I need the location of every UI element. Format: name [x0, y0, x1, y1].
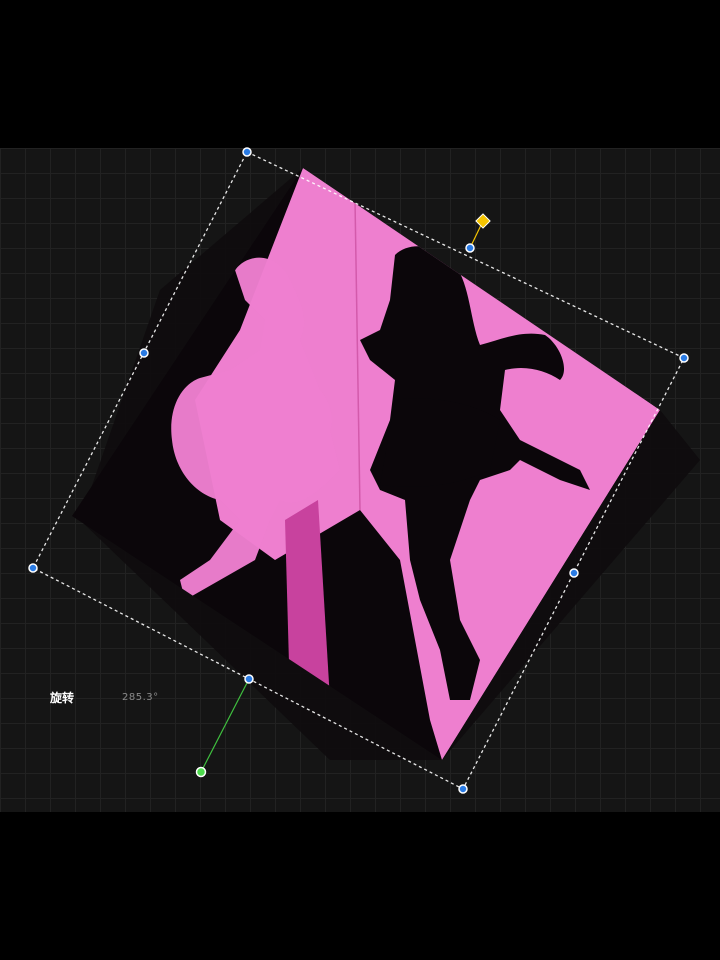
corner-handle-left[interactable] — [28, 563, 38, 573]
edge-handle-bottom-left[interactable] — [244, 674, 254, 684]
rotation-readout: 旋转 285.3° — [38, 683, 168, 711]
pivot-handle-icon[interactable] — [195, 766, 207, 778]
edge-handle-top-right[interactable] — [465, 243, 475, 253]
edge-handle-bottom-right[interactable] — [569, 568, 579, 578]
edge-handle-top-left[interactable] — [139, 348, 149, 358]
corner-handle-top[interactable] — [242, 147, 252, 157]
rotation-label: 旋转 — [50, 690, 75, 705]
rotate-handle-icon[interactable] — [475, 213, 491, 229]
editor-frame: 旋转 285.3° — [0, 0, 720, 960]
image-right-skirt — [380, 398, 500, 487]
corner-handle-right[interactable] — [679, 353, 689, 363]
corner-handle-bottom[interactable] — [458, 784, 468, 794]
transform-stage — [28, 147, 700, 794]
pivot-handle-line — [200, 678, 250, 773]
rotation-value[interactable]: 285.3° — [110, 692, 159, 703]
